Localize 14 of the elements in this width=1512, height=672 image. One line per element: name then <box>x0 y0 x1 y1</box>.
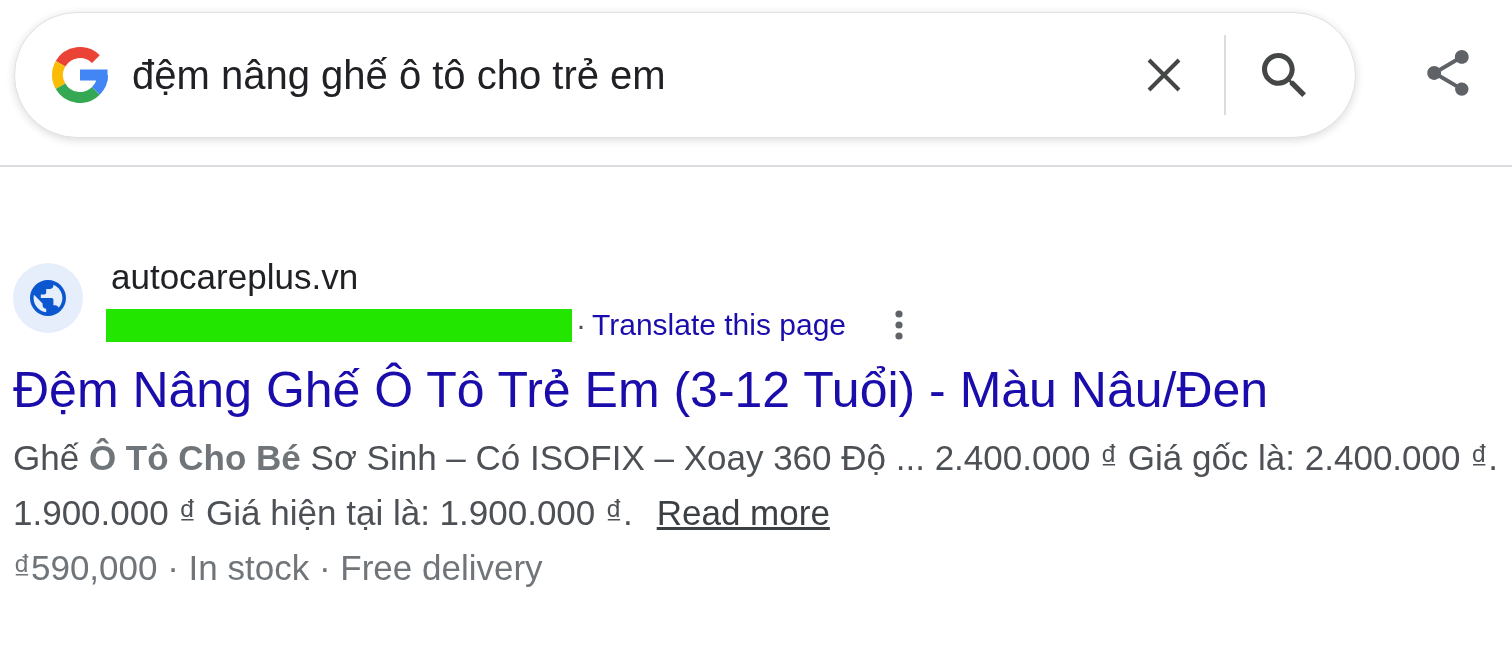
share-icon <box>1427 50 1469 96</box>
result-snippet: Ghế Ô Tô Cho Bé Sơ Sinh – Có ISOFIX – Xoay 360 Độ ... 2.400.000 ₫ Giá gốc là: 2.400.000 ₫. 1.900.000 ₫ Giá hiện tại là: 1.900.000 ₫. Read more <box>13 437 1499 534</box>
search-icon <box>1262 53 1306 97</box>
read-more-link[interactable]: Read more <box>656 493 830 532</box>
translate-link[interactable]: Translate this page <box>592 308 847 342</box>
result-title-link[interactable]: Đệm Nâng Ghế Ô Tô Trẻ Em (3-12 Tuổi) - Màu Nâu/Đen <box>13 361 1269 419</box>
google-logo-icon <box>52 47 108 103</box>
three-dots-icon <box>895 310 904 340</box>
separator-dot: · <box>576 308 586 342</box>
result-details: ₫590,000 · In stock · Free delivery <box>13 547 543 589</box>
search-input[interactable]: đệm nâng ghế ô tô cho trẻ em <box>132 47 1141 103</box>
site-name: autocareplus.vn <box>111 257 359 297</box>
close-icon <box>1147 58 1181 92</box>
search-bar[interactable]: đệm nâng ghế ô tô cho trẻ em <box>14 12 1356 138</box>
